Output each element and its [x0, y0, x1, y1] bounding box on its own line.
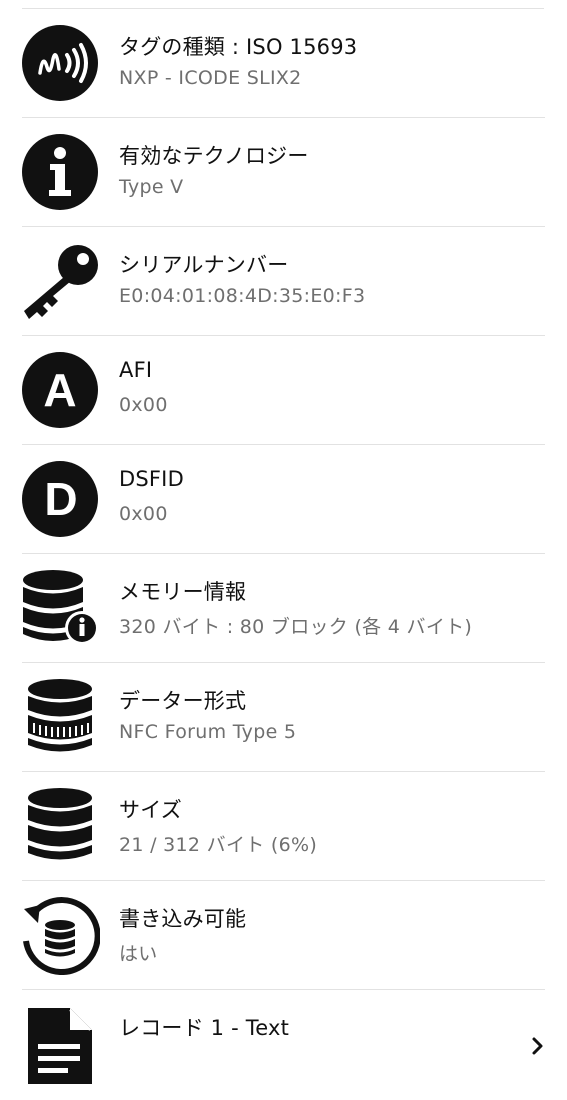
row-value: はい [119, 943, 158, 965]
row-title: データー形式 [119, 689, 247, 713]
row-title: シリアルナンバー [119, 253, 289, 277]
row-title: メモリー情報 [119, 580, 247, 604]
row-data-format[interactable]: データー形式 NFC Forum Type 5 [0, 663, 567, 772]
row-record-1[interactable]: レコード 1 - Text [0, 990, 567, 1100]
database-refresh-icon [20, 895, 100, 975]
row-value: 320 バイト : 80 ブロック (各 4 バイト) [119, 616, 473, 638]
row-value: 21 / 312 バイト (6%) [119, 834, 318, 856]
nfc-wave-icon [20, 23, 100, 103]
row-title: レコード 1 - Text [119, 1016, 290, 1040]
chevron-right-icon[interactable] [531, 1036, 545, 1056]
svg-text:A: A [43, 364, 76, 416]
row-writable[interactable]: 書き込み可能 はい [0, 881, 567, 990]
database-icon [20, 786, 100, 866]
database-format-icon [20, 677, 100, 757]
row-value: 0x00 [119, 394, 168, 416]
letter-d-icon: D [20, 459, 100, 539]
row-technology[interactable]: 有効なテクノロジー Type V [0, 118, 567, 227]
row-memory-info[interactable]: メモリー情報 320 バイト : 80 ブロック (各 4 バイト) [0, 554, 567, 663]
row-afi[interactable]: A AFI 0x00 [0, 336, 567, 445]
row-tag-type[interactable]: タグの種類 : ISO 15693 NXP - ICODE SLIX2 [0, 9, 567, 118]
key-icon [20, 241, 100, 321]
row-value: E0:04:01:08:4D:35:E0:F3 [119, 285, 366, 307]
database-info-icon [20, 568, 100, 648]
row-serial-number[interactable]: シリアルナンバー E0:04:01:08:4D:35:E0:F3 [0, 227, 567, 336]
row-title: DSFID [119, 467, 184, 491]
svg-text:D: D [44, 473, 77, 525]
row-value: NXP - ICODE SLIX2 [119, 67, 302, 89]
row-value: NFC Forum Type 5 [119, 721, 297, 743]
document-icon [20, 1004, 100, 1084]
row-title: AFI [119, 358, 153, 382]
row-title: 書き込み可能 [119, 907, 247, 931]
letter-a-icon: A [20, 350, 100, 430]
row-value: Type V [119, 176, 184, 198]
row-dsfid[interactable]: D DSFID 0x00 [0, 445, 567, 554]
row-value: 0x00 [119, 503, 168, 525]
tag-info-list: タグの種類 : ISO 15693 NXP - ICODE SLIX2 有効なテ… [0, 9, 567, 1100]
row-size[interactable]: サイズ 21 / 312 バイト (6%) [0, 772, 567, 881]
row-title: 有効なテクノロジー [119, 144, 309, 168]
row-title: タグの種類 : ISO 15693 [119, 35, 358, 59]
info-icon [20, 132, 100, 212]
row-title: サイズ [119, 798, 182, 822]
